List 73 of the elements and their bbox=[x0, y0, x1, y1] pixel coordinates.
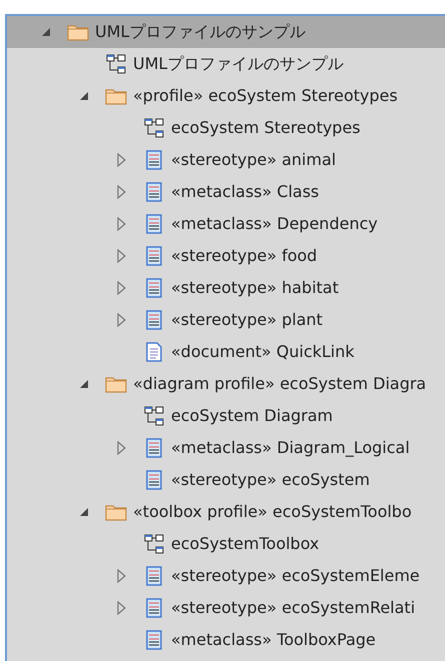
expand-toggle-icon[interactable] bbox=[117, 217, 126, 231]
class-icon bbox=[146, 566, 162, 586]
class-icon bbox=[146, 278, 162, 298]
tree-item[interactable]: «metaclass» Dependency bbox=[7, 208, 445, 240]
folder-icon bbox=[105, 375, 127, 393]
diagram-icon bbox=[144, 534, 164, 554]
tree-item[interactable]: «stereotype» food bbox=[7, 240, 445, 272]
expand-toggle-icon[interactable] bbox=[117, 153, 126, 167]
item-label: ecoSystem Stereotypes bbox=[171, 117, 360, 139]
expand-toggle-icon[interactable] bbox=[117, 185, 126, 199]
class-icon bbox=[146, 598, 162, 618]
class-icon bbox=[146, 182, 162, 202]
tree-item[interactable]: ecoSystemToolbox bbox=[7, 528, 445, 560]
diagram-icon bbox=[144, 406, 164, 426]
tree-item[interactable]: «toolbox profile» ecoSystemToolbo bbox=[7, 496, 445, 528]
expand-toggle-icon[interactable] bbox=[117, 601, 126, 615]
collapse-toggle-icon[interactable] bbox=[79, 91, 89, 101]
class-icon bbox=[146, 150, 162, 170]
collapse-toggle-icon[interactable] bbox=[41, 27, 51, 37]
item-label: «stereotype» food bbox=[171, 245, 318, 267]
tree-item[interactable]: «diagram profile» ecoSystem Diagra bbox=[7, 368, 445, 400]
item-label: UMLプロファイルのサンプル bbox=[133, 53, 344, 75]
item-label: «metaclass» ToolboxPage bbox=[171, 629, 376, 651]
document-icon bbox=[146, 342, 162, 362]
diagram-icon bbox=[106, 54, 126, 74]
expand-toggle-icon[interactable] bbox=[117, 569, 126, 583]
folder-icon bbox=[105, 503, 127, 521]
tree-item[interactable]: «document» QuickLink bbox=[7, 336, 445, 368]
collapse-toggle-icon[interactable] bbox=[79, 379, 89, 389]
tree-item[interactable]: «stereotype» ecoSystemRelati bbox=[7, 592, 445, 624]
class-icon bbox=[146, 214, 162, 234]
tree-item[interactable]: «stereotype» animal bbox=[7, 144, 445, 176]
expand-toggle-icon[interactable] bbox=[117, 441, 126, 455]
tree-item[interactable]: «profile» ecoSystem Stereotypes bbox=[7, 80, 445, 112]
item-label: «stereotype» ecoSystemRelati bbox=[171, 597, 416, 619]
tree-item[interactable]: «metaclass» Diagram_Logical bbox=[7, 432, 445, 464]
folder-icon bbox=[105, 87, 127, 105]
folder-icon bbox=[67, 23, 89, 41]
item-label: «stereotype» plant bbox=[171, 309, 323, 331]
class-icon bbox=[146, 630, 162, 650]
item-label: «metaclass» Dependency bbox=[171, 213, 378, 235]
item-label: UMLプロファイルのサンプル bbox=[95, 21, 306, 43]
item-label: «toolbox profile» ecoSystemToolbo bbox=[133, 501, 412, 523]
item-label: «metaclass» Diagram_Logical bbox=[171, 437, 410, 459]
item-label: «document» QuickLink bbox=[171, 341, 354, 363]
item-label: «stereotype» ecoSystemEleme bbox=[171, 565, 420, 587]
collapse-toggle-icon[interactable] bbox=[79, 507, 89, 517]
class-icon bbox=[146, 310, 162, 330]
expand-toggle-icon[interactable] bbox=[117, 313, 126, 327]
tree-item[interactable]: «stereotype» habitat bbox=[7, 272, 445, 304]
tree-item[interactable]: «metaclass» Class bbox=[7, 176, 445, 208]
diagram-icon bbox=[144, 118, 164, 138]
tree-item[interactable]: «stereotype» ecoSystem bbox=[7, 464, 445, 496]
item-label: ecoSystem Diagram bbox=[171, 405, 333, 427]
tree-item[interactable]: ecoSystem Stereotypes bbox=[7, 112, 445, 144]
item-label: «profile» ecoSystem Stereotypes bbox=[133, 85, 398, 107]
item-label: «diagram profile» ecoSystem Diagra bbox=[133, 373, 426, 395]
item-label: «stereotype» ecoSystem bbox=[171, 469, 370, 491]
tree-item[interactable]: UMLプロファイルのサンプル bbox=[7, 48, 445, 80]
tree-item[interactable]: «stereotype» ecoSystemEleme bbox=[7, 560, 445, 592]
expand-toggle-icon[interactable] bbox=[117, 281, 126, 295]
tree-item[interactable]: «stereotype» plant bbox=[7, 304, 445, 336]
tree-item[interactable]: «metaclass» ToolboxPage bbox=[7, 624, 445, 656]
class-icon bbox=[146, 246, 162, 266]
item-label: ecoSystemToolbox bbox=[171, 533, 320, 555]
item-label: «stereotype» animal bbox=[171, 149, 336, 171]
expand-toggle-icon[interactable] bbox=[117, 249, 126, 263]
class-icon bbox=[146, 470, 162, 490]
item-label: «metaclass» Class bbox=[171, 181, 319, 203]
tree-item[interactable]: UMLプロファイルのサンプル bbox=[7, 16, 445, 48]
item-label: «stereotype» habitat bbox=[171, 277, 339, 299]
tree-item[interactable]: ecoSystem Diagram bbox=[7, 400, 445, 432]
class-icon bbox=[146, 438, 162, 458]
